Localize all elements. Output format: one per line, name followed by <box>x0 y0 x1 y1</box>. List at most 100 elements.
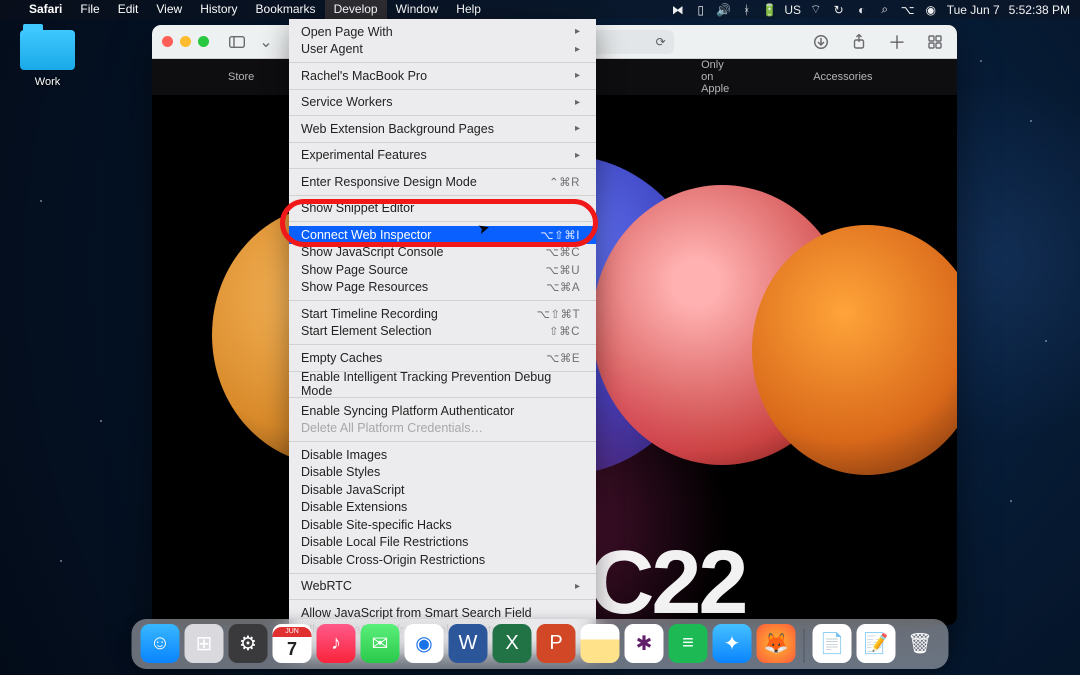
battery-icon[interactable]: 🔋 <box>763 3 777 17</box>
dock-safari[interactable]: ✦ <box>713 624 752 663</box>
menu-edit[interactable]: Edit <box>109 0 148 19</box>
menuitem-show-page-resources[interactable]: Show Page Resources⌥⌘A <box>289 279 596 297</box>
menuitem-show-snippet-editor[interactable]: Show Snippet Editor <box>289 200 596 218</box>
menuitem-empty-caches[interactable]: Empty Caches⌥⌘E <box>289 349 596 367</box>
dock-text-doc[interactable]: 📝 <box>857 624 896 663</box>
shortcut-label: ⇧⌘C <box>549 324 580 338</box>
shortcut-label: ⌥⌘E <box>546 351 580 365</box>
menuitem-user-agent[interactable]: User Agent▸ <box>289 41 596 59</box>
dock-trash[interactable]: 🗑 <box>901 624 940 663</box>
menuitem-webrtc[interactable]: WebRTC▸ <box>289 578 596 596</box>
menuitem-disable-site-specific-hacks[interactable]: Disable Site-specific Hacks <box>289 516 596 534</box>
nav-store[interactable]: Store <box>228 71 254 83</box>
control-center-icon[interactable]: ⌥ <box>901 3 915 17</box>
input-us-icon[interactable]: US <box>786 3 800 17</box>
reload-icon[interactable]: ⟳ <box>656 35 666 49</box>
bluetooth-icon[interactable]: ᚼ <box>740 3 754 17</box>
sidebar-dropdown[interactable]: ⌄ <box>259 30 273 54</box>
dock-messages[interactable]: ✉ <box>361 624 400 663</box>
menuitem-disable-cross-origin-restrictions[interactable]: Disable Cross-Origin Restrictions <box>289 551 596 569</box>
downloads-button[interactable] <box>809 30 833 54</box>
dock-excel[interactable]: X <box>493 624 532 663</box>
menuitem-start-element-selection[interactable]: Start Element Selection⇧⌘C <box>289 323 596 341</box>
zoom-button[interactable] <box>198 36 209 47</box>
dock-separator <box>804 629 805 663</box>
dock-calendar[interactable]: JUN7 <box>273 624 312 663</box>
menu-bookmarks[interactable]: Bookmarks <box>247 0 325 19</box>
menuitem-show-page-source[interactable]: Show Page Source⌥⌘U <box>289 261 596 279</box>
chevron-right-icon: ▸ <box>575 581 580 592</box>
menuitem-service-workers[interactable]: Service Workers▸ <box>289 94 596 112</box>
dock-notes[interactable] <box>581 624 620 663</box>
tab-overview-button[interactable] <box>923 30 947 54</box>
menu-separator <box>289 573 596 574</box>
share-button[interactable] <box>847 30 871 54</box>
search-icon[interactable]: ⌕ <box>878 2 892 17</box>
folder-label: Work <box>20 76 75 88</box>
menu-history[interactable]: History <box>191 0 246 19</box>
menuitem-open-page-with[interactable]: Open Page With▸ <box>289 23 596 41</box>
window-controls[interactable] <box>162 36 209 47</box>
dropbox-icon[interactable]: ⧓ <box>671 3 685 17</box>
menuitem-connect-web-inspector[interactable]: Connect Web Inspector⌥⇧⌘I <box>289 226 596 244</box>
dock-word[interactable]: W <box>449 624 488 663</box>
menubar-time[interactable]: 5:52:38 PM <box>1009 3 1070 17</box>
siri-icon[interactable]: ◉ <box>924 3 938 17</box>
menu-separator <box>289 195 596 196</box>
new-tab-button[interactable]: ＋ <box>885 30 909 54</box>
menu-help[interactable]: Help <box>447 0 490 19</box>
do-not-disturb-icon[interactable]: ◐ <box>855 3 869 17</box>
menuitem-web-extension-background-pages[interactable]: Web Extension Background Pages▸ <box>289 120 596 138</box>
dock-music[interactable]: ♪ <box>317 624 356 663</box>
menuitem-enter-responsive-design-mode[interactable]: Enter Responsive Design Mode⌃⌘R <box>289 173 596 191</box>
volume-icon[interactable]: 🔊 <box>717 3 731 17</box>
dock-powerpoint[interactable]: P <box>537 624 576 663</box>
menuitem-enable-syncing-platform-authenticator[interactable]: Enable Syncing Platform Authenticator <box>289 402 596 420</box>
menuitem-enable-intelligent-tracking-prevention-debug-mode[interactable]: Enable Intelligent Tracking Prevention D… <box>289 376 596 394</box>
dock-chrome[interactable]: ◉ <box>405 624 444 663</box>
menuitem-start-timeline-recording[interactable]: Start Timeline Recording⌥⇧⌘T <box>289 305 596 323</box>
sync-icon[interactable]: ↻ <box>832 3 846 17</box>
menu-develop[interactable]: Develop <box>325 0 387 19</box>
menubar-date[interactable]: Tue Jun 7 <box>947 3 1000 17</box>
menu-separator <box>289 62 596 63</box>
menuitem-disable-local-file-restrictions[interactable]: Disable Local File Restrictions <box>289 534 596 552</box>
dock: ☺⊞⚙JUN7♪✉◉WXP ✱≡✦🦊 📄📝🗑 <box>132 619 949 669</box>
minimize-button[interactable] <box>180 36 191 47</box>
menuitem-rachel-s-macbook-pro[interactable]: Rachel's MacBook Pro▸ <box>289 67 596 85</box>
folder-icon <box>20 30 75 70</box>
wifi-icon[interactable]: ⌔ <box>809 2 823 17</box>
sidebar-toggle[interactable] <box>225 30 249 54</box>
nav-only-on-apple[interactable]: Only on Apple <box>701 59 729 95</box>
menu-separator <box>289 441 596 442</box>
dock-pages-doc[interactable]: 📄 <box>813 624 852 663</box>
menu-view[interactable]: View <box>147 0 191 19</box>
shortcut-label: ⌃⌘R <box>549 175 580 189</box>
dock-slack[interactable]: ✱ <box>625 624 664 663</box>
menu-separator <box>289 221 596 222</box>
dock-settings[interactable]: ⚙ <box>229 624 268 663</box>
dock-finder[interactable]: ☺ <box>141 624 180 663</box>
menuitem-disable-styles[interactable]: Disable Styles <box>289 464 596 482</box>
dock-firefox[interactable]: 🦊 <box>757 624 796 663</box>
close-button[interactable] <box>162 36 173 47</box>
menu-separator <box>289 168 596 169</box>
chevron-right-icon: ▸ <box>575 26 580 37</box>
chevron-right-icon: ▸ <box>575 123 580 134</box>
menuitem-show-javascript-console[interactable]: Show JavaScript Console⌥⌘C <box>289 244 596 262</box>
menuitem-disable-extensions[interactable]: Disable Extensions <box>289 499 596 517</box>
menu-separator <box>289 300 596 301</box>
menuitem-disable-images[interactable]: Disable Images <box>289 446 596 464</box>
app-name[interactable]: Safari <box>20 0 71 19</box>
nav-accessories[interactable]: Accessories <box>813 71 872 83</box>
dock-launchpad[interactable]: ⊞ <box>185 624 224 663</box>
menuitem-disable-javascript[interactable]: Disable JavaScript <box>289 481 596 499</box>
menu-separator <box>289 89 596 90</box>
menuitem-delete-all-platform-credentials: Delete All Platform Credentials… <box>289 420 596 438</box>
desktop-folder-work[interactable]: Work <box>20 30 75 88</box>
menu-file[interactable]: File <box>71 0 108 19</box>
menuitem-experimental-features[interactable]: Experimental Features▸ <box>289 147 596 165</box>
tablet-icon[interactable]: ▯ <box>694 3 708 17</box>
menu-window[interactable]: Window <box>387 0 448 19</box>
dock-spotify[interactable]: ≡ <box>669 624 708 663</box>
